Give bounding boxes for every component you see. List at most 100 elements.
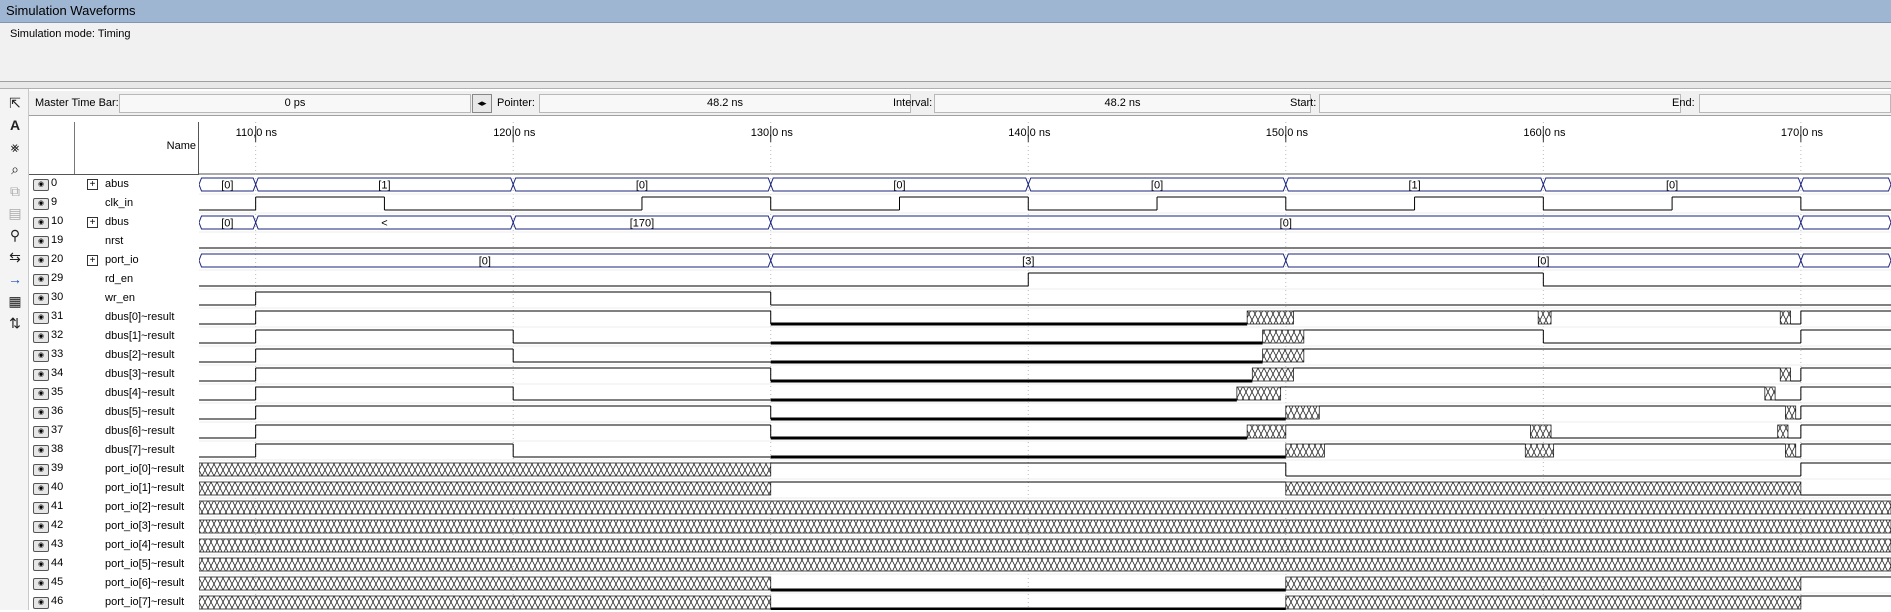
signal-name: port_io[3]~result <box>105 520 185 532</box>
time-tick-label: 140,0 ns <box>1008 127 1051 139</box>
signal-row-37[interactable]: ◉ 37 dbus[6]~result <box>29 422 198 441</box>
pointer-field[interactable]: 48.2 ns <box>539 94 911 113</box>
signal-name: dbus[2]~result <box>105 349 175 361</box>
signal-type-icon: ◉ <box>33 388 49 400</box>
signal-id: 43 <box>51 538 64 550</box>
signal-type-icon: ◉ <box>33 274 49 286</box>
bus-value-label: [0] <box>1666 180 1678 192</box>
signal-row-38[interactable]: ◉ 38 dbus[7]~result <box>29 441 198 460</box>
sort-icon[interactable]: ⇅ <box>4 313 26 333</box>
unknown-value-region <box>199 557 1891 572</box>
signal-row-42[interactable]: ◉ 42 port_io[3]~result <box>29 517 198 536</box>
paste-icon[interactable]: ▤ <box>4 203 26 223</box>
signal-type-icon: ◉ <box>33 426 49 438</box>
time-bar-arrows[interactable]: ◂▸ <box>472 94 492 113</box>
signal-row-29[interactable]: ◉ 29 rd_en <box>29 270 198 289</box>
signal-id: 38 <box>51 443 64 455</box>
time-tick-label: 110,0 ns <box>236 127 278 139</box>
unknown-value-region <box>1285 405 1320 420</box>
signal-name: dbus[7]~result <box>105 444 175 456</box>
signal-type-icon: ◉ <box>33 369 49 381</box>
name-header-label: Name <box>166 140 196 152</box>
zoom-icon[interactable]: ⌕ <box>4 159 26 179</box>
pointer-label: Pointer: <box>497 97 535 109</box>
waveform-editing-icon[interactable]: ⨳ <box>4 137 26 157</box>
signal-row-30[interactable]: ◉ 30 wr_en <box>29 289 198 308</box>
signal-row-39[interactable]: ◉ 39 port_io[0]~result <box>29 460 198 479</box>
waveform-display[interactable]: 110,0 ns 120,0 ns 130,0 ns 140,0 ns 150,0 ns… <box>199 122 1891 610</box>
copy-icon[interactable]: ⧉ <box>4 181 26 201</box>
signal-row-44[interactable]: ◉ 44 port_io[5]~result <box>29 555 198 574</box>
unknown-value-region <box>1251 367 1294 382</box>
signal-id: 31 <box>51 310 64 322</box>
signal-id: 9 <box>51 196 58 208</box>
signal-name: wr_en <box>105 292 135 304</box>
signal-name: dbus <box>105 216 129 228</box>
text-tool-icon[interactable]: A <box>4 115 26 135</box>
end-field[interactable] <box>1699 94 1891 113</box>
signal-row-20[interactable]: ◉ 20 + port_io <box>29 251 198 270</box>
interval-field[interactable]: 48.2 ns <box>934 94 1311 113</box>
goto-arrow-icon[interactable]: → <box>4 269 26 289</box>
select-pointer-icon[interactable]: ⇱ <box>4 93 26 113</box>
signal-row-36[interactable]: ◉ 36 dbus[5]~result <box>29 403 198 422</box>
unknown-value-region <box>1246 310 1294 325</box>
signal-type-icon: ◉ <box>33 521 49 533</box>
time-tick-label: 170,0 ns <box>1781 127 1824 139</box>
signal-type-icon: ◉ <box>33 236 49 248</box>
signal-id: 35 <box>51 386 64 398</box>
signal-row-43[interactable]: ◉ 43 port_io[4]~result <box>29 536 198 555</box>
signal-name: abus <box>105 178 129 190</box>
signal-row-46[interactable]: ◉ 46 port_io[7]~result <box>29 593 198 612</box>
signal-name: rd_en <box>105 273 134 285</box>
signal-row-35[interactable]: ◉ 35 dbus[4]~result <box>29 384 198 403</box>
group-icon[interactable]: ▦ <box>4 291 26 311</box>
unknown-value-region <box>1779 310 1791 325</box>
signal-row-33[interactable]: ◉ 33 dbus[2]~result <box>29 346 198 365</box>
unknown-value-region <box>199 500 1891 515</box>
start-label: Start: <box>1290 97 1317 109</box>
unknown-value-region <box>199 576 772 591</box>
splitter[interactable] <box>0 82 1891 89</box>
signal-row-31[interactable]: ◉ 31 dbus[0]~result <box>29 308 198 327</box>
signal-row-32[interactable]: ◉ 32 dbus[1]~result <box>29 327 198 346</box>
unknown-value-region <box>1537 310 1552 325</box>
signal-row-19[interactable]: ◉ 19 nrst <box>29 232 198 251</box>
unknown-value-region <box>199 538 1891 553</box>
signal-id: 29 <box>51 272 64 284</box>
name-column-header[interactable]: Name <box>29 122 199 175</box>
expand-bus-icon[interactable]: + <box>87 255 98 266</box>
signal-type-icon: ◉ <box>33 217 49 229</box>
expand-bus-icon[interactable]: + <box>87 179 98 190</box>
time-tick-label: 160,0 ns <box>1523 127 1566 139</box>
start-field[interactable] <box>1319 94 1681 113</box>
signal-name: port_io[4]~result <box>105 539 185 551</box>
end-label: End: <box>1672 97 1695 109</box>
signal-id: 19 <box>51 234 64 246</box>
signal-id: 40 <box>51 481 64 493</box>
signal-row-45[interactable]: ◉ 45 port_io[6]~result <box>29 574 198 593</box>
unknown-value-region <box>1285 595 1802 610</box>
signal-row-10[interactable]: ◉ 10 + dbus <box>29 213 198 232</box>
bus-segment <box>1800 215 1891 230</box>
signal-row-34[interactable]: ◉ 34 dbus[3]~result <box>29 365 198 384</box>
master-time-bar-field[interactable]: 0 ps <box>119 94 471 113</box>
bus-value-label: [0] <box>479 256 491 268</box>
signal-row-40[interactable]: ◉ 40 port_io[1]~result <box>29 479 198 498</box>
replace-icon[interactable]: ⇆ <box>4 247 26 267</box>
signal-id: 20 <box>51 253 64 265</box>
signal-id: 45 <box>51 576 64 588</box>
signal-row-9[interactable]: ◉ 9 clk_in <box>29 194 198 213</box>
signal-name: dbus[0]~result <box>105 311 175 323</box>
time-tick-label: 150,0 ns <box>1266 127 1309 139</box>
master-time-bar-label: Master Time Bar: <box>35 97 119 109</box>
signal-name: port_io[5]~result <box>105 558 185 570</box>
signal-id: 34 <box>51 367 64 379</box>
signal-id: 46 <box>51 595 64 607</box>
find-icon[interactable]: ⚲ <box>4 225 26 245</box>
unknown-value-region <box>1524 443 1555 458</box>
signal-row-0[interactable]: ◉ 0 + abus <box>29 175 198 194</box>
signal-row-41[interactable]: ◉ 41 port_io[2]~result <box>29 498 198 517</box>
expand-bus-icon[interactable]: + <box>87 217 98 228</box>
time-tick-label: 130,0 ns <box>751 127 794 139</box>
